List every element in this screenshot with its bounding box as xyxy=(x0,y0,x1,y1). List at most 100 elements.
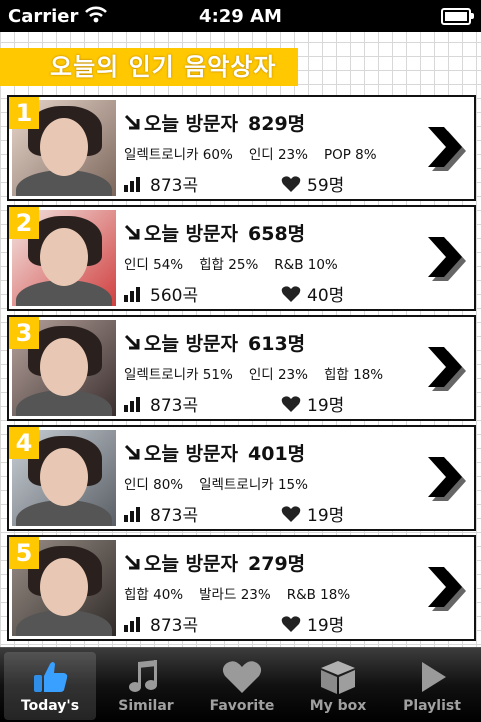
song-count: 873곡 xyxy=(124,391,198,417)
visitors-label: 오늘 방문자 xyxy=(144,553,239,575)
like-count: 19명 xyxy=(281,391,344,418)
bar-chart-icon xyxy=(124,616,144,637)
genre-stat: 힙합 18% xyxy=(323,367,384,383)
rank-badge: 1 xyxy=(9,97,39,129)
tab-label: Similar xyxy=(118,698,174,714)
song-count-value: 873곡 xyxy=(150,396,199,416)
thumbs-up-icon xyxy=(28,658,72,696)
arrow-down-right-icon xyxy=(124,224,140,245)
visitors-line: 오늘 방문자 613명 xyxy=(124,329,305,356)
like-count: 59명 xyxy=(281,171,344,198)
tab-playlist[interactable]: Playlist xyxy=(386,652,478,720)
chevron-right-icon[interactable] xyxy=(424,343,468,395)
genre-stat: 발라드 23% xyxy=(199,587,271,603)
like-count-value: 19명 xyxy=(307,396,345,416)
music-box-card[interactable]: 2 오늘 방문자 658명인디 54% 힙합 25% R&B 10% 560곡 40명 xyxy=(7,205,476,311)
genre-stats: 힙합 40% 발라드 23% R&B 18% xyxy=(124,583,366,603)
battery-icon xyxy=(441,8,474,25)
play-icon xyxy=(410,658,454,696)
like-count: 19명 xyxy=(281,611,344,638)
tab-label: Today's xyxy=(20,698,80,714)
music-box-card[interactable]: 3 오늘 방문자 613명일렉트로니카 51% 인디 23% 힙합 18% 873곡 19명 xyxy=(7,315,476,421)
song-count: 873곡 xyxy=(124,171,198,197)
tab-label: Playlist xyxy=(403,698,461,714)
chevron-right-icon[interactable] xyxy=(424,453,468,505)
arrow-down-right-icon xyxy=(124,444,140,465)
like-count-value: 40명 xyxy=(307,286,345,306)
tab-label: Favorite xyxy=(209,698,275,714)
genre-stat: 일렉트로니카 15% xyxy=(199,477,308,493)
genre-stats: 일렉트로니카 60% 인디 23% POP 8% xyxy=(124,143,393,163)
arrow-down-right-icon xyxy=(124,334,140,355)
visitors-label: 오늘 방문자 xyxy=(144,443,239,465)
genre-stat: R&B 10% xyxy=(274,257,338,273)
visitors-label: 오늘 방문자 xyxy=(144,333,239,355)
genre-stats: 인디 80% 일렉트로니카 15% xyxy=(124,473,324,493)
genre-stat: 힙합 40% xyxy=(124,587,184,603)
rank-badge: 3 xyxy=(9,317,39,349)
genre-stats: 일렉트로니카 51% 인디 23% 힙합 18% xyxy=(124,363,399,383)
song-count: 560곡 xyxy=(124,281,198,307)
like-count: 40명 xyxy=(281,281,344,308)
song-count-value: 873곡 xyxy=(150,506,199,526)
music-box-card[interactable]: 1 오늘 방문자 829명일렉트로니카 60% 인디 23% POP 8% 873곡 59명 xyxy=(7,95,476,201)
arrow-down-right-icon xyxy=(124,114,140,135)
genre-stat: POP 8% xyxy=(323,147,377,163)
rank-badge: 2 xyxy=(9,207,39,239)
visitors-count: 658명 xyxy=(248,223,306,245)
visitors-count: 829명 xyxy=(248,113,306,135)
song-count-value: 873곡 xyxy=(150,616,199,636)
like-count: 19명 xyxy=(281,501,344,528)
song-count-value: 560곡 xyxy=(150,286,199,306)
status-bar: Carrier 4:29 AM xyxy=(0,0,481,32)
tab-label: My box xyxy=(309,698,367,714)
visitors-label: 오늘 방문자 xyxy=(144,223,239,245)
like-count-value: 19명 xyxy=(307,506,345,526)
tab-similar[interactable]: Similar xyxy=(100,652,192,720)
visitors-line: 오늘 방문자 401명 xyxy=(124,439,305,466)
bar-chart-icon xyxy=(124,396,144,417)
genre-stat: 인디 23% xyxy=(248,367,308,383)
arrow-down-right-icon xyxy=(124,554,140,575)
heart-icon xyxy=(281,615,301,638)
like-count-value: 59명 xyxy=(307,176,345,196)
status-time: 4:29 AM xyxy=(199,6,282,27)
page-title: 오늘의 인기 음악상자 xyxy=(0,48,298,86)
visitors-count: 401명 xyxy=(248,443,306,465)
heart-icon xyxy=(281,395,301,418)
tab-bar: Today's Similar Favorite My box Playlist xyxy=(0,647,481,722)
chevron-right-icon[interactable] xyxy=(424,233,468,285)
genre-stat: 인디 54% xyxy=(124,257,184,273)
genre-stat: 인디 23% xyxy=(248,147,308,163)
visitors-line: 오늘 방문자 658명 xyxy=(124,219,305,246)
song-count: 873곡 xyxy=(124,611,198,637)
bar-chart-icon xyxy=(124,176,144,197)
visitors-count: 279명 xyxy=(248,553,306,575)
heart-icon xyxy=(220,658,264,696)
heart-icon xyxy=(281,175,301,198)
genre-stats: 인디 54% 힙합 25% R&B 10% xyxy=(124,253,354,273)
visitors-line: 오늘 방문자 279명 xyxy=(124,549,305,576)
genre-stat: 일렉트로니카 51% xyxy=(124,367,233,383)
like-count-value: 19명 xyxy=(307,616,345,636)
tab-favorite[interactable]: Favorite xyxy=(196,652,288,720)
visitors-line: 오늘 방문자 829명 xyxy=(124,109,305,136)
tab-my-box[interactable]: My box xyxy=(292,652,384,720)
visitors-label: 오늘 방문자 xyxy=(144,113,239,135)
genre-stat: R&B 18% xyxy=(286,587,351,603)
heart-icon xyxy=(281,285,301,308)
box-icon xyxy=(316,658,360,696)
chevron-right-icon[interactable] xyxy=(424,123,468,175)
chevron-right-icon[interactable] xyxy=(424,563,468,615)
bar-chart-icon xyxy=(124,286,144,307)
music-box-card[interactable]: 5 오늘 방문자 279명힙합 40% 발라드 23% R&B 18% 873곡 19명 xyxy=(7,535,476,641)
visitors-count: 613명 xyxy=(248,333,306,355)
genre-stat: 일렉트로니카 60% xyxy=(124,147,233,163)
rank-badge: 4 xyxy=(9,427,39,459)
tab-todays[interactable]: Today's xyxy=(4,652,96,720)
genre-stat: 힙합 25% xyxy=(199,257,259,273)
rank-badge: 5 xyxy=(9,537,39,569)
music-note-icon xyxy=(124,658,168,696)
heart-icon xyxy=(281,505,301,528)
music-box-card[interactable]: 4 오늘 방문자 401명인디 80% 일렉트로니카 15% 873곡 19명 xyxy=(7,425,476,531)
